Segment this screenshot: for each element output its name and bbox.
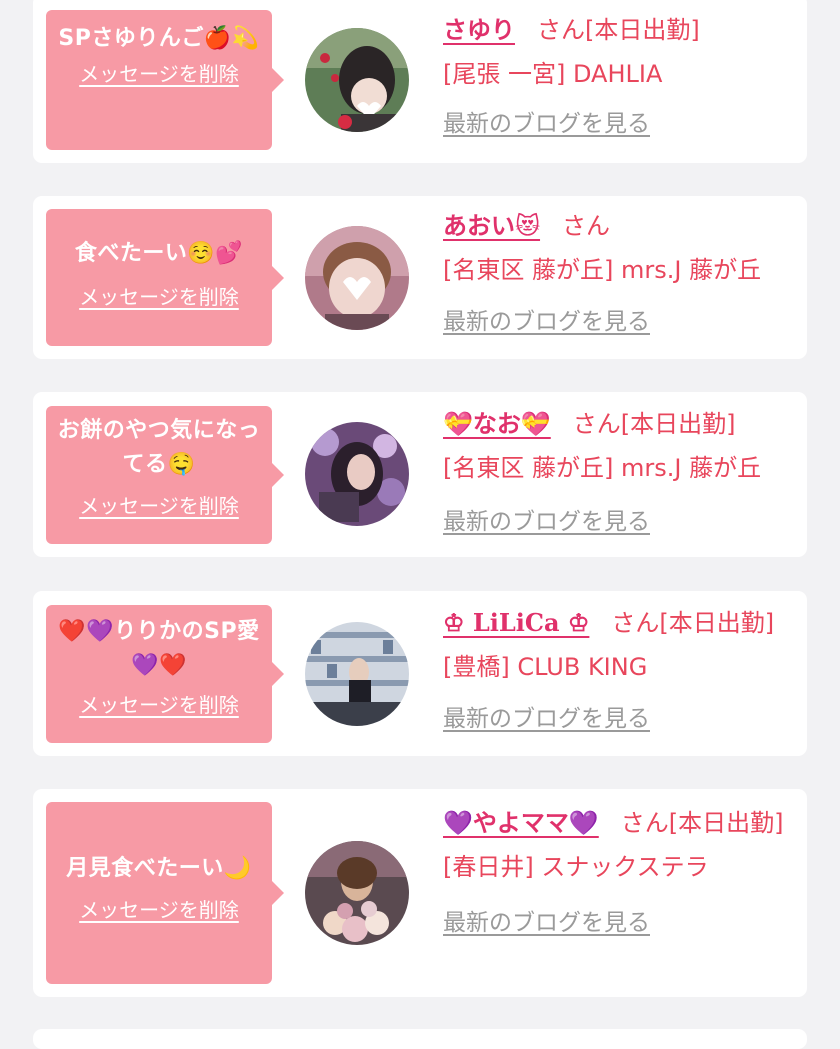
shop-name: [名東区 藤が丘] mrs.J 藤が丘	[443, 256, 762, 284]
message-bubble: SPさゆりんご🍎💫 メッセージを削除	[46, 10, 284, 150]
cast-name-link[interactable]: さゆり	[443, 16, 515, 44]
message-text: 食べたーい☺️💕	[74, 241, 244, 266]
message-text: ❤️💜りりかのSP愛💜❤️	[58, 619, 260, 678]
shop-name: [尾張 一宮] DAHLIA	[443, 60, 663, 88]
cast-name-link[interactable]: あおい😻	[443, 212, 540, 240]
cast-info: 💜やよママ💜 さん[本日出勤] [春日井] スナックステラ 最新のブログを見る	[443, 803, 797, 937]
message-bubble: ❤️💜りりかのSP愛💜❤️ メッセージを削除	[46, 605, 284, 743]
blog-link[interactable]: 最新のブログを見る	[443, 699, 650, 733]
cast-status: さん	[562, 212, 611, 240]
favorite-card: お餅のやつ気になってる🤤 メッセージを削除 💝なお💝 さん[本日出勤] [名東区 …	[33, 392, 807, 557]
favorite-card: SPさゆりんご🍎💫 メッセージを削除 さゆり さん[本日出勤] [尾張 一宮] D…	[33, 0, 807, 163]
delete-message-link[interactable]: メッセージを削除	[79, 691, 239, 719]
blog-link[interactable]: 最新のブログを見る	[443, 502, 650, 536]
delete-message-link[interactable]: メッセージを削除	[79, 492, 239, 520]
cast-status: さん[本日出勤]	[572, 410, 736, 438]
message-bubble: お餅のやつ気になってる🤤 メッセージを削除	[46, 406, 284, 544]
message-text: お餅のやつ気になってる🤤	[57, 418, 261, 477]
cast-name-link[interactable]: 💝なお💝	[443, 410, 551, 438]
cast-name-link[interactable]: 💜やよママ💜	[443, 809, 599, 837]
cast-status: さん[本日出勤]	[611, 609, 775, 637]
profile-photo-strawberry-icon[interactable]	[305, 28, 409, 132]
message-text: 月見食べたーい🌙	[66, 856, 252, 881]
profile-photo-club-icon[interactable]	[305, 622, 409, 726]
cast-name-link[interactable]: ♔ LiLiCa ♔	[443, 608, 589, 637]
profile-photo-heart-icon[interactable]	[305, 226, 409, 330]
delete-message-link[interactable]: メッセージを削除	[79, 60, 239, 88]
blog-link[interactable]: 最新のブログを見る	[443, 903, 650, 937]
message-bubble: 食べたーい☺️💕 メッセージを削除	[46, 209, 284, 346]
delete-message-link[interactable]: メッセージを削除	[79, 283, 239, 311]
shop-name: [豊橋] CLUB KING	[443, 653, 648, 681]
cast-info: あおい😻 さん [名東区 藤が丘] mrs.J 藤が丘 最新のブログを見る	[443, 206, 797, 336]
delete-message-link[interactable]: メッセージを削除	[79, 896, 239, 924]
cast-info: 💝なお💝 さん[本日出勤] [名東区 藤が丘] mrs.J 藤が丘 最新のブログを…	[443, 404, 797, 536]
profile-photo-bouquet-icon[interactable]	[305, 841, 409, 945]
cast-status: さん[本日出勤]	[537, 16, 700, 44]
blog-link[interactable]: 最新のブログを見る	[443, 302, 650, 336]
favorite-card: 月見食べたーい🌙 メッセージを削除 💜やよママ💜 さん[本日出勤] [春日井] ス…	[33, 789, 807, 997]
cast-info: ♔ LiLiCa ♔ さん[本日出勤] [豊橋] CLUB KING 最新のブログ…	[443, 603, 797, 733]
cast-status: さん[本日出勤]	[620, 809, 784, 837]
message-bubble: 月見食べたーい🌙 メッセージを削除	[46, 802, 284, 984]
shop-name: [名東区 藤が丘] mrs.J 藤が丘	[443, 454, 762, 482]
cast-info: さゆり さん[本日出勤] [尾張 一宮] DAHLIA 最新のブログを見る	[443, 10, 797, 138]
profile-photo-flowers-icon[interactable]	[305, 422, 409, 526]
favorite-card: 食べたーい☺️💕 メッセージを削除 あおい😻 さん [名東区 藤が丘] mrs.J…	[33, 196, 807, 359]
shop-name: [春日井] スナックステラ	[443, 853, 709, 881]
blog-link[interactable]: 最新のブログを見る	[443, 104, 650, 138]
favorite-card: ❤️💜りりかのSP愛💜❤️ メッセージを削除 ♔ LiLiCa ♔ さん[本日出勤…	[33, 591, 807, 756]
message-text: SPさゆりんご🍎💫	[58, 26, 260, 51]
favorite-card-next	[33, 1029, 807, 1049]
